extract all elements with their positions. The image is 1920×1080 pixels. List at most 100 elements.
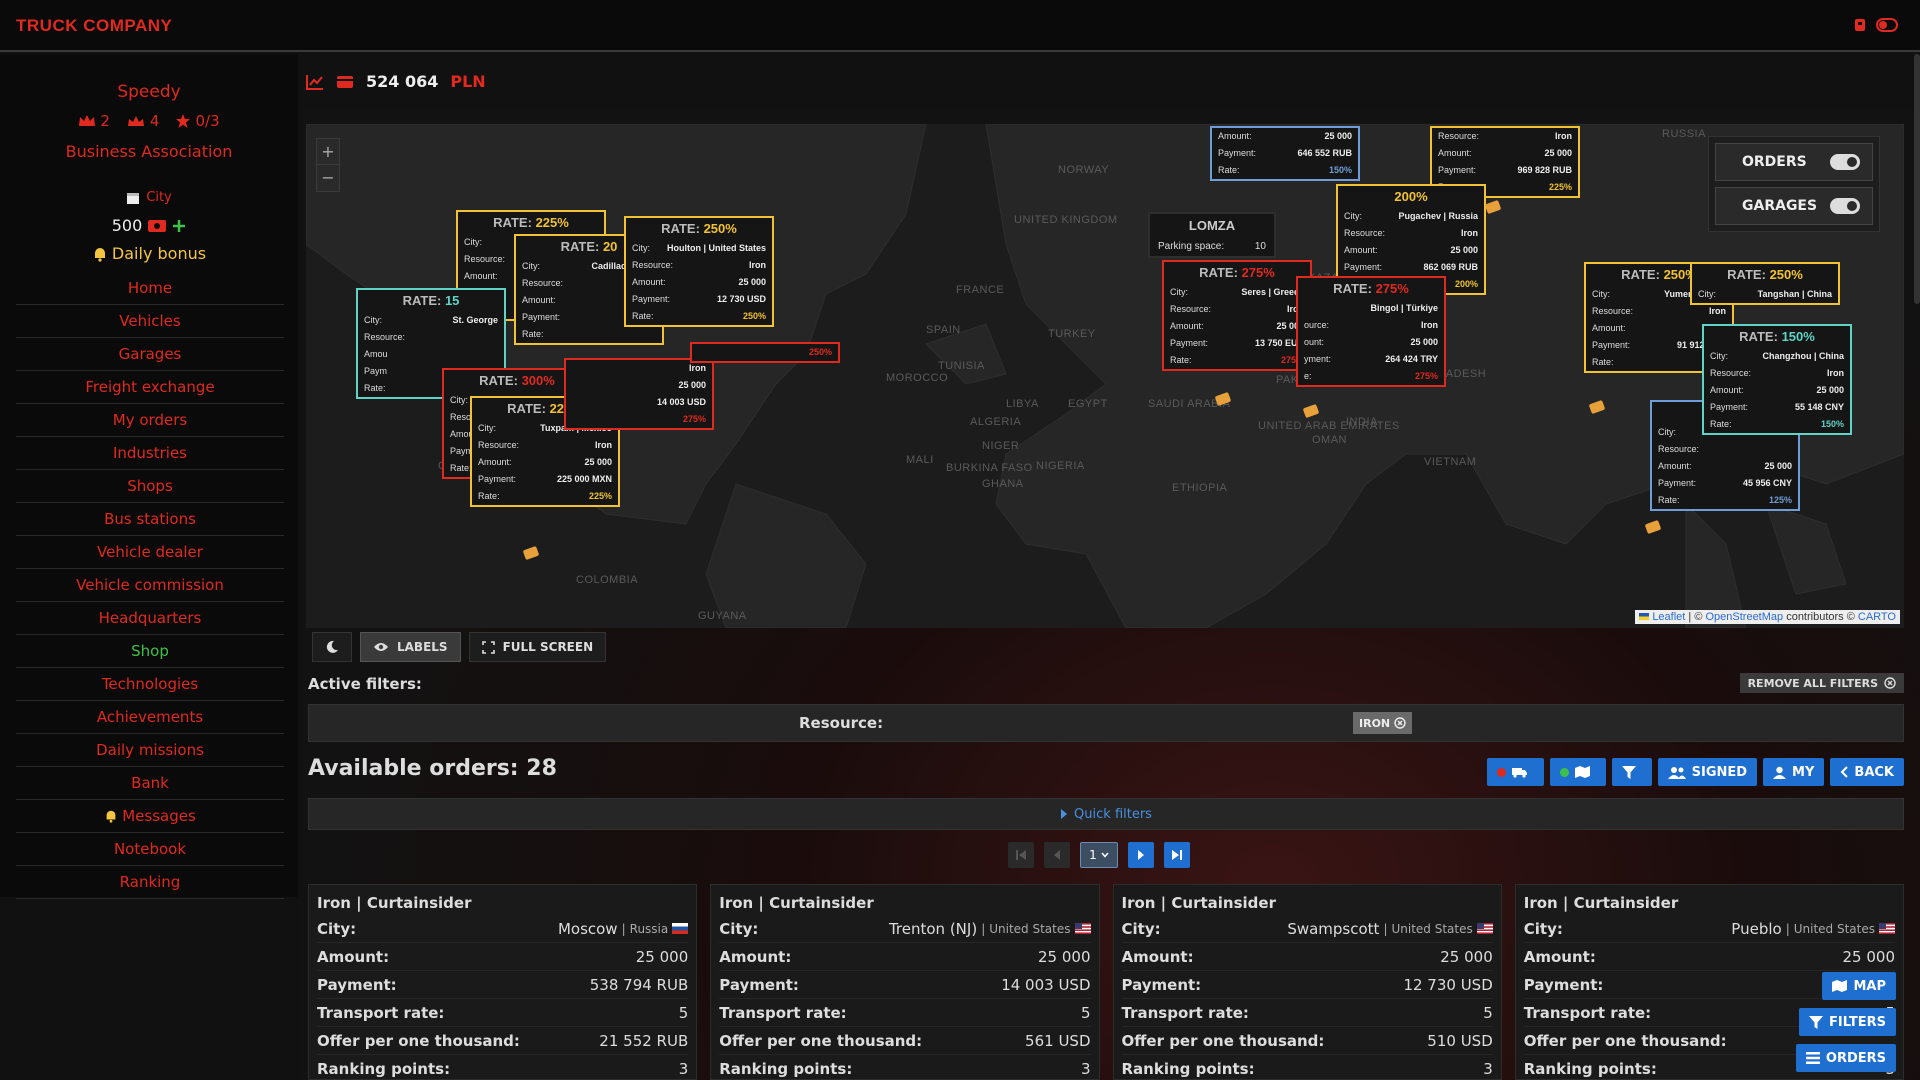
rate-card[interactable]: RATE: 150% City: Changzhou | China Resource… <box>1702 324 1852 435</box>
sidebar-item-headquarters[interactable]: Headquarters <box>16 602 284 635</box>
order-card-key: Amount: <box>1121 947 1194 966</box>
sidebar-item-shop[interactable]: Shop <box>16 635 284 668</box>
business-association-link[interactable]: Business Association <box>0 142 298 161</box>
world-map[interactable]: RUSSIA NORWAY UNITED KINGDOM FRANCE SPAIN MOR… <box>306 124 1904 628</box>
order-card-row-amount: Amount: 25 000 <box>1121 943 1493 971</box>
order-card[interactable]: Iron | Curtainsider City: Swampscott | Unite… <box>1112 884 1502 1080</box>
sidebar-item-bank[interactable]: Bank <box>16 767 284 800</box>
layer-orders[interactable]: ORDERS <box>1715 143 1873 181</box>
sidebar-item-my-orders[interactable]: My orders <box>16 404 284 437</box>
city-line[interactable]: City <box>0 190 298 205</box>
sidebar-item-bus-stations[interactable]: Bus stations <box>16 503 284 536</box>
green-dot-icon <box>1559 767 1569 777</box>
rate-card-row: Payment: 225 000 MXN <box>472 471 618 488</box>
map-country-label: EGYPT <box>1068 398 1108 410</box>
orders-actions: SIGNED MY BACK <box>1486 758 1904 786</box>
order-card-title-text: Iron | Curtainsider <box>317 894 472 912</box>
sidebar-item-shops[interactable]: Shops <box>16 470 284 503</box>
rate-card[interactable]: Amount: 25 000 Payment: 646 552 RUB Rate: 150… <box>1210 126 1360 181</box>
rate-card[interactable]: Iron 25 000 14 003 USD 275% <box>564 358 714 430</box>
rate-card[interactable]: RATE: 275% Bingol | Türkiye ource: Iron ount… <box>1296 276 1446 387</box>
rate-card[interactable]: RATE: 275% City: Seres | Greece Resource:Ir… <box>1162 260 1312 371</box>
sidebar-item-vehicle-commission[interactable]: Vehicle commission <box>16 569 284 602</box>
layer-garages-toggle[interactable] <box>1830 198 1860 214</box>
signed-button-label: SIGNED <box>1691 764 1748 780</box>
sidebar-item-notebook[interactable]: Notebook <box>16 833 284 866</box>
dark-mode-button[interactable] <box>312 632 352 662</box>
parking-card-label: Parking space: <box>1158 241 1225 252</box>
sidebar-item-vehicle-dealer[interactable]: Vehicle dealer <box>16 536 284 569</box>
sidebar-item-vehicles[interactable]: Vehicles <box>16 305 284 338</box>
leaflet-link[interactable]: Leaflet <box>1652 611 1685 623</box>
floating-filters-label: FILTERS <box>1829 1014 1886 1030</box>
floating-orders-button[interactable]: ORDERS <box>1795 1044 1896 1072</box>
rate-card[interactable]: 250% <box>690 342 840 363</box>
rate-card-row: Amount: 25 000 <box>472 454 618 471</box>
signed-button[interactable]: SIGNED <box>1657 758 1758 786</box>
rate-card-value: 25 000 <box>1450 245 1478 255</box>
floating-map-label: MAP <box>1853 978 1886 994</box>
floating-map-button[interactable]: MAP <box>1822 972 1896 1000</box>
sidebar-item-freight-exchange[interactable]: Freight exchange <box>16 371 284 404</box>
sidebar-item-industries[interactable]: Industries <box>16 437 284 470</box>
page-scrollbar[interactable] <box>1914 54 1920 304</box>
prev-page-button[interactable] <box>1044 842 1070 868</box>
iron-filter-badge[interactable]: IRON <box>1353 712 1413 734</box>
rate-card[interactable]: RATE: 250% City: Tangshan | China <box>1690 262 1840 305</box>
parking-card[interactable]: LOMZA Parking space: 10 <box>1148 212 1276 258</box>
labels-button-label: LABELS <box>397 640 448 654</box>
sidebar-item-technologies[interactable]: Technologies <box>16 668 284 701</box>
last-page-button[interactable] <box>1164 842 1190 868</box>
order-card-sep: | <box>621 921 626 936</box>
sidebar-item-achievements[interactable]: Achievements <box>16 701 284 734</box>
back-button[interactable]: BACK <box>1830 758 1904 786</box>
chart-line-icon[interactable] <box>306 74 324 90</box>
sidebar-item-messages[interactable]: Messages <box>16 800 284 833</box>
carto-link[interactable]: CARTO <box>1858 611 1896 623</box>
rate-card-rate-label: RATE: <box>1727 267 1766 282</box>
chevron-down-icon <box>1101 852 1109 858</box>
labels-button[interactable]: LABELS <box>360 632 461 662</box>
rate-card[interactable]: RATE: 250% City: Houlton | United States Re… <box>624 216 774 327</box>
order-card[interactable]: Iron | Curtainsider City: Trenton (NJ) | Uni… <box>710 884 1100 1080</box>
next-page-button[interactable] <box>1128 842 1154 868</box>
rate-card-rate-label: RATE: <box>560 239 600 254</box>
toggle-icon[interactable] <box>1876 16 1898 34</box>
daily-bonus-link[interactable]: Daily bonus <box>0 244 298 263</box>
sidebar-item-ranking[interactable]: Ranking <box>16 866 284 899</box>
floating-filters-button[interactable]: FILTERS <box>1799 1008 1896 1036</box>
rate-card-value: Seres | Greece <box>1241 287 1304 297</box>
order-card-value: 25 000 <box>1038 947 1091 966</box>
exit-icon[interactable] <box>1852 16 1870 34</box>
filter-red-truck-button[interactable] <box>1486 758 1544 786</box>
quick-filters-toggle[interactable]: Quick filters <box>308 798 1904 830</box>
map-country-label: MOROCCO <box>886 372 949 384</box>
rate-card-key: Rate: <box>632 311 654 321</box>
sidebar-item-garages[interactable]: Garages <box>16 338 284 371</box>
sidebar-item-home[interactable]: Home <box>16 272 284 305</box>
rate-card-value: 14 003 USD <box>656 397 706 407</box>
remove-all-filters-button[interactable]: REMOVE ALL FILTERS <box>1739 673 1904 693</box>
add-money-icon[interactable] <box>172 219 186 233</box>
osm-link[interactable]: OpenStreetMap <box>1705 611 1783 623</box>
rate-card-row: Payment: 45 956 CNY <box>1652 475 1798 492</box>
rate-card-key: City: <box>1170 287 1188 297</box>
filter-button[interactable] <box>1611 758 1652 786</box>
order-card[interactable]: Iron | Curtainsider City: Moscow | Russia Amo… <box>308 884 698 1080</box>
rate-card-row: Resource: Iron <box>626 257 772 274</box>
sidebar-item-daily-missions[interactable]: Daily missions <box>16 734 284 767</box>
layer-garages[interactable]: GARAGES <box>1715 187 1873 225</box>
zoom-in-button[interactable]: + <box>317 139 339 165</box>
fullscreen-button[interactable]: FULL SCREEN <box>468 632 607 662</box>
page-select[interactable]: 1 <box>1080 842 1118 868</box>
my-button[interactable]: MY <box>1763 758 1825 786</box>
zoom-out-button[interactable]: − <box>317 165 339 191</box>
brand-logo[interactable]: TRUCK COMPANY <box>16 16 172 36</box>
user-name[interactable]: Speedy <box>0 82 298 102</box>
filter-green-map-button[interactable] <box>1549 758 1606 786</box>
layer-orders-toggle[interactable] <box>1830 154 1860 170</box>
order-card-title-text: Iron | Curtainsider <box>719 894 874 912</box>
order-card-value: Moscow | Russia <box>558 920 689 938</box>
first-page-button[interactable] <box>1008 842 1034 868</box>
wallet-icon[interactable] <box>336 74 354 90</box>
